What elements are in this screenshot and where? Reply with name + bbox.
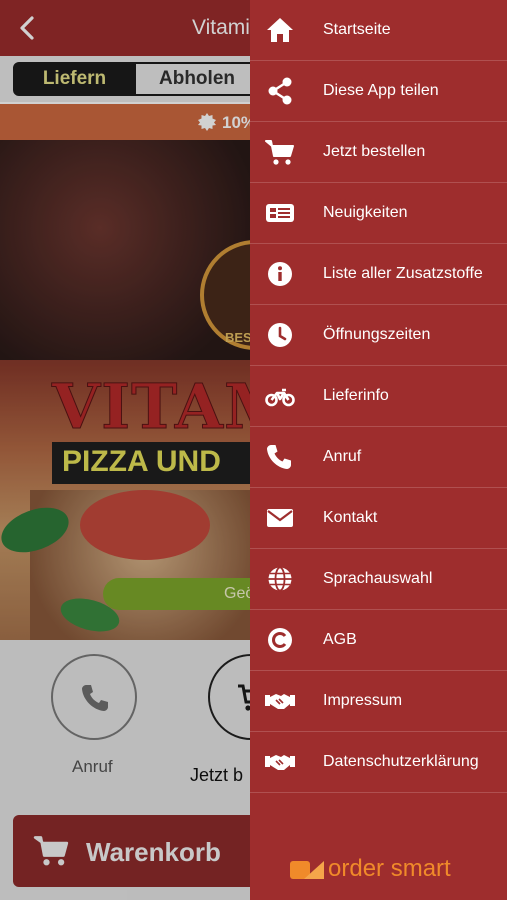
menu-item-news[interactable]: Neuigkeiten bbox=[250, 183, 507, 244]
menu-label: Lieferinfo bbox=[323, 387, 389, 404]
menu-label: Öffnungszeiten bbox=[323, 326, 431, 343]
menu-label: AGB bbox=[323, 631, 357, 648]
menu-item-additives[interactable]: Liste aller Zusatzstoffe bbox=[250, 244, 507, 305]
share-icon bbox=[265, 77, 295, 105]
menu-item-delivery-info[interactable]: Lieferinfo bbox=[250, 366, 507, 427]
news-icon bbox=[265, 199, 295, 227]
menu-item-call[interactable]: Anruf bbox=[250, 427, 507, 488]
menu-label: Neuigkeiten bbox=[323, 204, 408, 221]
mail-icon bbox=[265, 504, 295, 532]
handshake-icon bbox=[265, 748, 295, 776]
menu-item-opening-hours[interactable]: Öffnungszeiten bbox=[250, 305, 507, 366]
menu-label: Sprachauswahl bbox=[323, 570, 433, 587]
clock-icon bbox=[265, 321, 295, 349]
order-smart-logo-icon bbox=[290, 861, 324, 879]
cart-icon bbox=[265, 138, 295, 166]
menu-label: Jetzt bestellen bbox=[323, 143, 426, 160]
menu-label: Datenschutzerklärung bbox=[323, 753, 479, 770]
menu-item-privacy[interactable]: Datenschutzerklärung bbox=[250, 732, 507, 793]
home-icon bbox=[265, 16, 295, 44]
menu-label: Diese App teilen bbox=[323, 82, 439, 99]
menu-item-language[interactable]: Sprachauswahl bbox=[250, 549, 507, 610]
menu-item-imprint[interactable]: Impressum bbox=[250, 671, 507, 732]
menu-item-order[interactable]: Jetzt bestellen bbox=[250, 122, 507, 183]
globe-icon bbox=[265, 565, 295, 593]
menu-label: Impressum bbox=[323, 692, 403, 709]
menu-label: Liste aller Zusatzstoffe bbox=[323, 265, 483, 282]
menu-label: Kontakt bbox=[323, 509, 378, 526]
navigation-drawer: Startseite Diese App teilen Jetzt bestel… bbox=[250, 0, 507, 900]
menu-item-share[interactable]: Diese App teilen bbox=[250, 61, 507, 122]
menu-item-terms[interactable]: AGB bbox=[250, 610, 507, 671]
menu-label: Anruf bbox=[323, 448, 362, 465]
info-icon bbox=[265, 260, 295, 288]
order-smart-logo-text: order smart bbox=[328, 855, 451, 882]
handshake-icon bbox=[265, 687, 295, 715]
menu-item-contact[interactable]: Kontakt bbox=[250, 488, 507, 549]
motorcycle-icon bbox=[265, 382, 295, 410]
order-smart-logo: order smart bbox=[290, 855, 470, 885]
menu-item-home[interactable]: Startseite bbox=[250, 0, 507, 61]
menu-label: Startseite bbox=[323, 21, 391, 38]
phone-icon bbox=[265, 443, 295, 471]
copyright-icon bbox=[265, 626, 295, 654]
